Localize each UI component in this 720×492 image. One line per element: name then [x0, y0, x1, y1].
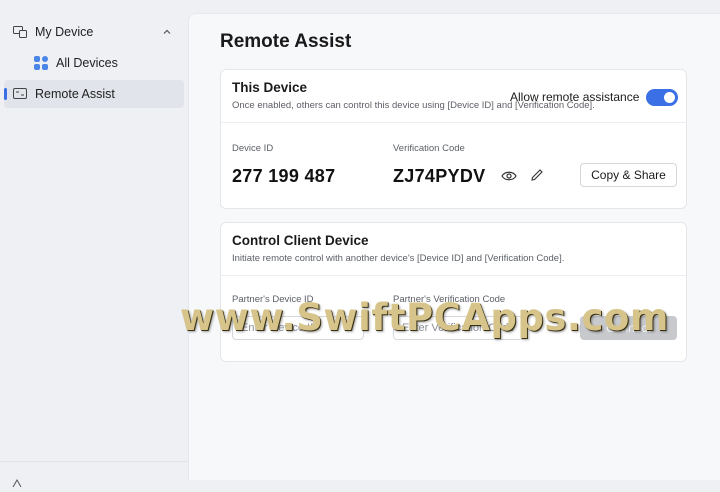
- control-client-card: Control Client Device Initiate remote co…: [220, 222, 687, 362]
- partner-device-id-input[interactable]: [232, 316, 364, 340]
- device-id-label: Device ID: [232, 143, 274, 154]
- chevron-up-icon[interactable]: [162, 26, 172, 36]
- card-description: Initiate remote control with another dev…: [232, 253, 565, 264]
- remote-assist-icon: [13, 87, 27, 101]
- card-title: This Device: [232, 80, 308, 95]
- partner-device-id-label: Partner's Device ID: [232, 294, 314, 305]
- sidebar-item-label: All Devices: [56, 56, 118, 70]
- devices-icon: [13, 25, 27, 39]
- this-device-card: This Device Once enabled, others can con…: [220, 69, 687, 209]
- allow-remote-toggle[interactable]: [646, 89, 678, 106]
- partner-verification-code-label: Partner's Verification Code: [393, 294, 506, 305]
- sidebar-group-label: My Device: [35, 25, 94, 39]
- divider: [221, 275, 686, 276]
- device-id-value: 277 199 487: [232, 166, 336, 186]
- page-title: Remote Assist: [220, 31, 352, 52]
- sidebar-item-label: Remote Assist: [35, 87, 115, 101]
- main-panel: Remote Assist This Device Once enabled, …: [188, 13, 720, 480]
- sidebar-footer: [0, 461, 188, 488]
- verification-code-label: Verification Code: [393, 143, 465, 154]
- connect-button[interactable]: Connect: [580, 316, 677, 340]
- sidebar: My Device All Devices Remote Assist: [0, 0, 188, 488]
- sidebar-group-my-device[interactable]: My Device: [4, 18, 184, 46]
- card-title: Control Client Device: [232, 233, 369, 248]
- toggle-knob: [664, 92, 675, 103]
- copy-share-button[interactable]: Copy & Share: [580, 163, 677, 187]
- verification-code-value: ZJ74PYDV: [393, 166, 486, 186]
- partner-verification-code-input[interactable]: [393, 316, 525, 340]
- settings-icon[interactable]: [12, 474, 22, 488]
- sidebar-item-remote-assist[interactable]: Remote Assist: [4, 80, 184, 108]
- sidebar-item-all-devices[interactable]: All Devices: [4, 49, 184, 77]
- allow-remote-label: Allow remote assistance: [510, 90, 640, 104]
- edit-pencil-icon[interactable]: [529, 167, 545, 183]
- eye-icon[interactable]: [501, 168, 517, 184]
- grid-icon: [34, 56, 48, 70]
- divider: [221, 122, 686, 123]
- active-indicator: [4, 88, 7, 100]
